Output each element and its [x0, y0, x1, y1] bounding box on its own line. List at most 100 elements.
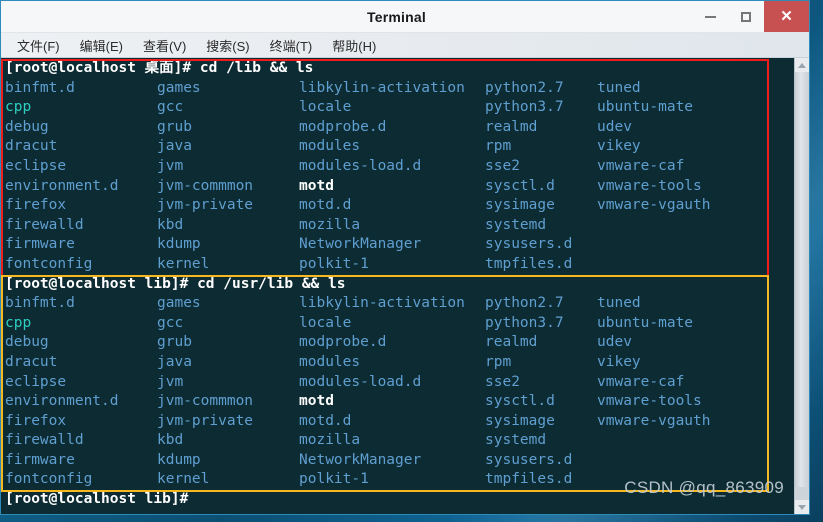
terminal-listing-row: cpp gcc locale python3.7 ubuntu-mate [2, 98, 794, 118]
file-entry: sysctl.d [485, 393, 555, 410]
file-entry-empty [597, 235, 737, 255]
file-entry: vmware-caf [597, 373, 685, 390]
file-entry: cpp [5, 314, 32, 331]
file-entry: libkylin-activation [299, 79, 465, 96]
file-entry: jvm-commmon [157, 393, 254, 410]
menu-item-search[interactable]: 搜索(S) [196, 36, 259, 55]
file-entry: games [157, 295, 201, 312]
file-entry: realmd [485, 334, 538, 351]
shell-prompt: [root@localhost lib]# [5, 491, 189, 508]
file-entry: systemd [485, 432, 547, 449]
file-entry: systemd [485, 216, 547, 233]
file-entry: vikey [597, 138, 641, 155]
csdn-watermark: CSDN @qq_863909 [624, 478, 784, 498]
file-entry: vmware-caf [597, 157, 685, 174]
terminal-listing-row: eclipse jvm modules-load.d sse2 vmware-caf [2, 157, 794, 177]
close-button[interactable]: ✕ [764, 1, 809, 32]
file-entry: java [157, 138, 192, 155]
file-entry: mozilla [299, 216, 361, 233]
file-entry: vmware-vgauth [597, 412, 711, 429]
file-entry: grub [157, 334, 192, 351]
scrollbar-thumb[interactable] [795, 72, 809, 488]
file-entry: modules-load.d [299, 373, 422, 390]
terminal-listing-row: firefox jvm-private motd.d sysimage vmware-v… [2, 412, 794, 432]
shell-command: cd /lib && ls [199, 60, 314, 76]
file-entry: debug [5, 334, 49, 351]
file-entry: vmware-vgauth [597, 197, 711, 214]
file-entry: motd.d [299, 412, 352, 429]
file-entry: motd [299, 393, 334, 410]
file-entry-empty [597, 431, 737, 451]
scroll-up-button[interactable] [795, 58, 809, 72]
file-entry: python2.7 [485, 295, 564, 312]
file-entry: polkit-1 [299, 255, 369, 272]
file-entry: sysusers.d [485, 236, 573, 253]
file-entry-empty [597, 451, 737, 471]
file-entry: vmware-tools [597, 177, 702, 194]
file-entry: ubuntu-mate [597, 99, 694, 116]
file-entry: udev [597, 118, 632, 135]
terminal-listing-row: dracut java modules rpm vikey [2, 353, 794, 373]
file-entry: binfmt.d [5, 79, 75, 96]
file-entry-empty [597, 255, 737, 275]
terminal-listing-row: eclipse jvm modules-load.d sse2 vmware-caf [2, 373, 794, 393]
terminal-area: [root@localhost 桌面]# cd /lib && ls binfmt… [1, 58, 809, 514]
file-entry: python3.7 [485, 314, 564, 331]
menu-item-help[interactable]: 帮助(H) [322, 36, 386, 55]
terminal-listing-row: cpp gcc locale python3.7 ubuntu-mate [2, 314, 794, 334]
file-entry: cpp [5, 99, 32, 116]
file-entry: firefox [5, 197, 67, 214]
file-entry: NetworkManager [299, 236, 422, 253]
file-entry: eclipse [5, 373, 67, 390]
window-title: Terminal [367, 8, 426, 25]
file-entry: jvm-private [157, 197, 254, 214]
shell-prompt: [root@localhost lib]# [5, 275, 198, 292]
file-entry: libkylin-activation [299, 295, 465, 312]
file-entry: gcc [157, 314, 184, 331]
file-entry: jvm-private [157, 412, 254, 429]
file-entry: fontconfig [5, 255, 93, 272]
file-entry: udev [597, 334, 632, 351]
file-entry: modules [299, 138, 361, 155]
file-entry: dracut [5, 138, 58, 155]
file-entry: firewalld [5, 216, 84, 233]
file-entry: motd.d [299, 197, 352, 214]
terminal-prompt-line: [root@localhost lib]# cd /usr/lib && ls [2, 275, 794, 295]
terminal-screen[interactable]: [root@localhost 桌面]# cd /lib && ls binfmt… [1, 58, 794, 514]
maximize-icon [741, 11, 751, 22]
file-entry: modules [299, 353, 361, 370]
file-entry: firewalld [5, 432, 84, 449]
file-entry: kdump [157, 451, 201, 468]
menu-item-view[interactable]: 查看(V) [133, 36, 196, 55]
terminal-listing-row: dracut java modules rpm vikey [2, 137, 794, 157]
file-entry: firmware [5, 451, 75, 468]
menu-item-edit[interactable]: 编辑(E) [70, 36, 133, 55]
terminal-window: Terminal ✕ 文件(F) 编辑(E) 查看(V) 搜索(S) 终端(T)… [0, 0, 810, 515]
file-entry: modprobe.d [299, 118, 387, 135]
file-entry: sse2 [485, 373, 520, 390]
file-entry: python2.7 [485, 79, 564, 96]
menu-item-file[interactable]: 文件(F) [7, 36, 70, 55]
file-entry: kernel [157, 471, 210, 488]
file-entry: eclipse [5, 157, 67, 174]
menu-bar: 文件(F) 编辑(E) 查看(V) 搜索(S) 终端(T) 帮助(H) [1, 33, 809, 58]
scrollbar-track[interactable] [795, 72, 809, 500]
file-entry: gcc [157, 99, 184, 116]
menu-item-terminal[interactable]: 终端(T) [260, 36, 323, 55]
terminal-listing-row: firewalld kbd mozilla systemd [2, 216, 794, 236]
window-controls: ✕ [692, 1, 809, 32]
maximize-button[interactable] [728, 1, 764, 32]
file-entry: environment.d [5, 177, 119, 194]
shell-prompt: [root@localhost 桌面]# [5, 60, 200, 76]
file-entry: motd [299, 177, 334, 194]
minimize-button[interactable] [692, 1, 728, 32]
file-entry: firmware [5, 236, 75, 253]
file-entry: sysusers.d [485, 451, 573, 468]
terminal-listing-row: firefox jvm-private motd.d sysimage vmware-v… [2, 196, 794, 216]
file-entry: ubuntu-mate [597, 314, 694, 331]
terminal-scrollbar[interactable] [794, 58, 809, 514]
file-entry: mozilla [299, 432, 361, 449]
scroll-down-button[interactable] [795, 500, 809, 514]
file-entry: dracut [5, 353, 58, 370]
file-entry: environment.d [5, 393, 119, 410]
